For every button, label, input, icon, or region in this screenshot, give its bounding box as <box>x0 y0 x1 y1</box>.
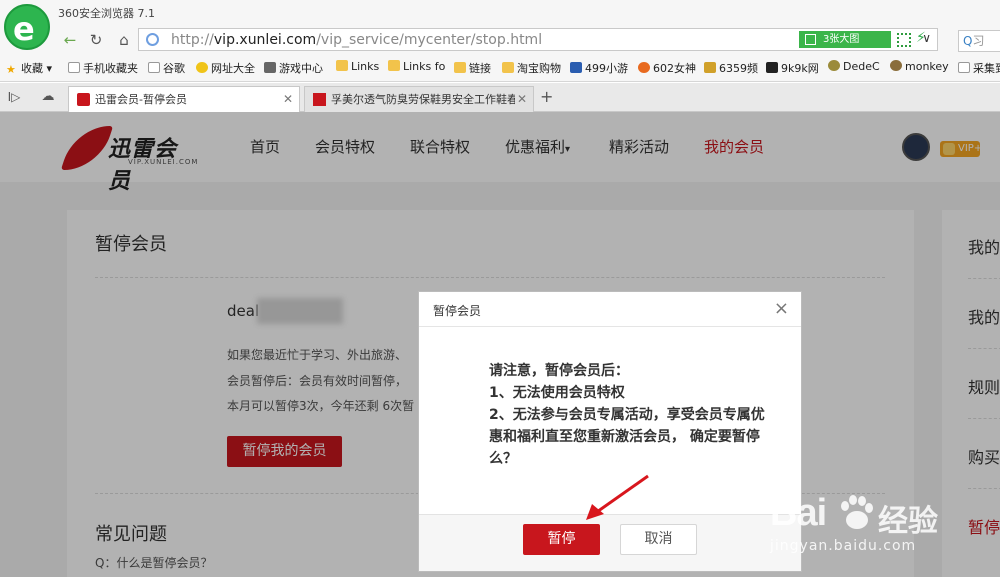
site-icon <box>570 62 582 73</box>
address-bar[interactable]: http://vip.xunlei.com/vip_service/mycent… <box>138 28 938 51</box>
big-picture-button[interactable]: 3张大图 <box>799 31 891 48</box>
refresh-icon[interactable]: ↻ <box>84 29 108 51</box>
bookmark-item[interactable]: 9k9k网 <box>766 60 819 76</box>
url-text[interactable]: http://vip.xunlei.com/vip_service/mycent… <box>171 32 542 48</box>
dialog-message-line: 1、无法使用会员特权 <box>489 385 625 401</box>
bookmark-item[interactable]: Links <box>336 60 379 73</box>
bookmark-item[interactable]: 网址大全 <box>196 60 255 76</box>
bookmark-item[interactable]: 602女神 <box>638 60 696 76</box>
site-icon <box>890 60 902 71</box>
folder-icon <box>388 60 400 71</box>
search-input[interactable]: Q习 <box>958 30 1000 52</box>
bookmark-item[interactable]: 采集到 <box>958 60 1000 76</box>
folder-icon <box>502 62 514 73</box>
bookmarks-bar: ★ 收藏 ▾ 手机收藏夹 谷歌 网址大全 游戏中心 Links Links fo … <box>0 54 1000 82</box>
cloud-icon[interactable]: ☁ <box>36 86 60 108</box>
bookmark-item[interactable]: 淘宝购物 <box>502 60 561 76</box>
tab-close-icon[interactable]: ✕ <box>283 87 293 112</box>
bookmark-item[interactable]: 6359频 <box>704 60 758 76</box>
annotation-arrow-icon <box>586 474 649 520</box>
dialog-title: 暂停会员 <box>433 304 482 318</box>
dialog-footer: 暂停 取消 <box>419 514 801 571</box>
page-icon <box>148 62 160 73</box>
tmall-favicon-icon <box>313 93 326 106</box>
paw-icon <box>841 495 873 529</box>
back-arrow-icon[interactable]: ← <box>58 29 82 51</box>
site-icon <box>828 60 840 71</box>
tab-current[interactable]: 迅雷会员-暂停会员 ✕ <box>68 86 300 113</box>
tab-close-icon[interactable]: ✕ <box>514 87 527 112</box>
dialog-message-line: 么？ <box>489 451 517 467</box>
site-icon <box>704 62 716 73</box>
bookmark-item[interactable]: DedeC <box>828 60 880 73</box>
bookmark-item[interactable]: 链接 <box>454 60 491 76</box>
xunlei-favicon-icon <box>77 93 90 106</box>
dialog-message: 请注意，暂停会员后： 1、无法使用会员特权 2、无法参与会员专属活动，享受会员专… <box>489 360 789 470</box>
tab-bar: I▷ ☁ 迅雷会员-暂停会员 ✕ 孚美尔透气防臭劳保鞋男安全工作鞋春 ✕ + <box>0 83 1000 113</box>
pause-confirm-dialog: 暂停会员 × 请注意，暂停会员后： 1、无法使用会员特权 2、无法参与会员专属活… <box>418 291 802 572</box>
globe-icon <box>146 33 159 46</box>
bookmark-item[interactable]: 谷歌 <box>148 60 185 76</box>
gamepad-icon <box>264 62 276 73</box>
sidebar-toggle-icon[interactable]: I▷ <box>2 86 26 108</box>
dialog-message-line: 惠和福利直至您重新激活会员， 确定要暂停 <box>489 429 760 445</box>
dialog-message-line: 请注意，暂停会员后： <box>489 363 629 379</box>
home-icon[interactable]: ⌂ <box>112 29 136 51</box>
fullscreen-icon <box>805 34 816 45</box>
bookmark-favorites[interactable]: ★ 收藏 ▾ <box>6 60 52 76</box>
new-tab-icon[interactable]: + <box>540 87 553 106</box>
close-icon[interactable]: × <box>774 298 789 319</box>
site-icon <box>766 62 778 73</box>
page-icon <box>958 62 970 73</box>
browser-logo-icon[interactable]: e <box>4 4 50 50</box>
bookmark-item[interactable]: monkey <box>890 60 949 73</box>
bookmark-item[interactable]: 499小游 <box>570 60 628 76</box>
folder-icon <box>336 60 348 71</box>
browser-title: 360安全浏览器 7.1 <box>58 7 155 20</box>
bookmark-item[interactable]: 手机收藏夹 <box>68 60 138 76</box>
bookmark-item[interactable]: 游戏中心 <box>264 60 323 76</box>
site-icon <box>638 62 650 73</box>
dialog-header: 暂停会员 × <box>419 292 801 327</box>
qrcode-icon[interactable] <box>897 33 911 47</box>
dialog-message-line: 2、无法参与会员专属活动，享受会员专属优 <box>489 407 765 423</box>
cancel-button[interactable]: 取消 <box>620 524 697 555</box>
tab-other[interactable]: 孚美尔透气防臭劳保鞋男安全工作鞋春 ✕ <box>304 86 534 112</box>
browser-title-bar: 360安全浏览器 7.1 <box>0 0 1000 26</box>
page-icon <box>68 62 80 73</box>
browser-nav-bar: ← ↻ ⌂ http://vip.xunlei.com/vip_service/… <box>0 26 1000 54</box>
folder-icon <box>454 62 466 73</box>
site-icon <box>196 62 208 73</box>
confirm-pause-button[interactable]: 暂停 <box>523 524 600 555</box>
baidu-jingyan-watermark: Bai 经验 jingyan.baidu.com <box>770 492 938 554</box>
bookmark-item[interactable]: Links fo <box>388 60 445 73</box>
star-icon: ★ <box>6 63 16 76</box>
chevron-down-icon[interactable]: ∨ <box>922 31 931 45</box>
